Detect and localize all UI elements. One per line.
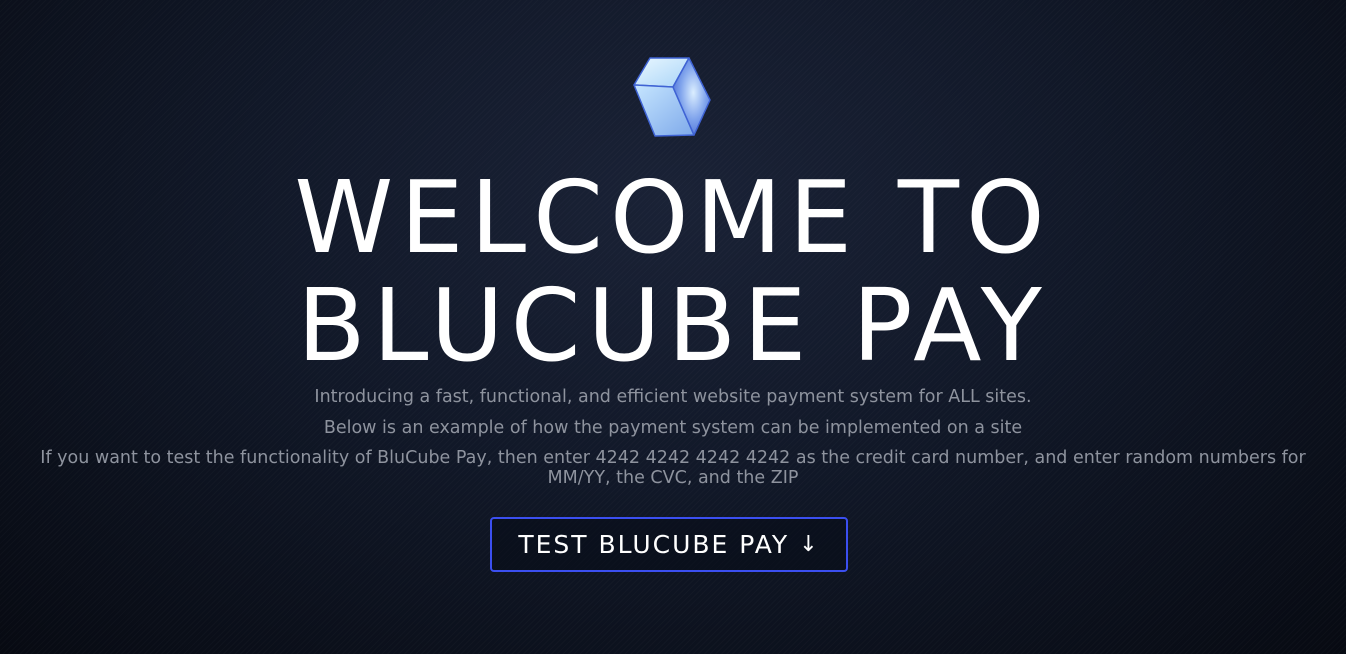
hero-title-line-2: BLUCUBE PAY — [297, 267, 1049, 384]
test-blucube-pay-button[interactable]: TEST BLUCUBE PAY ↓ — [490, 517, 848, 572]
hero-example-text: Below is an example of how the payment s… — [323, 418, 1023, 438]
hero-test-instructions: If you want to test the functionality of… — [40, 448, 1306, 488]
hero-section: WELCOME TO BLUCUBE PAY Introducing a fas… — [0, 0, 1346, 654]
hero-intro-text: Introducing a fast, functional, and effi… — [314, 387, 1032, 407]
test-blucube-pay-label: TEST BLUCUBE PAY — [518, 530, 790, 559]
arrow-down-icon: ↓ — [799, 531, 820, 557]
hero-title-line-1: WELCOME TO — [294, 159, 1052, 276]
blue-cube-icon — [631, 56, 713, 140]
